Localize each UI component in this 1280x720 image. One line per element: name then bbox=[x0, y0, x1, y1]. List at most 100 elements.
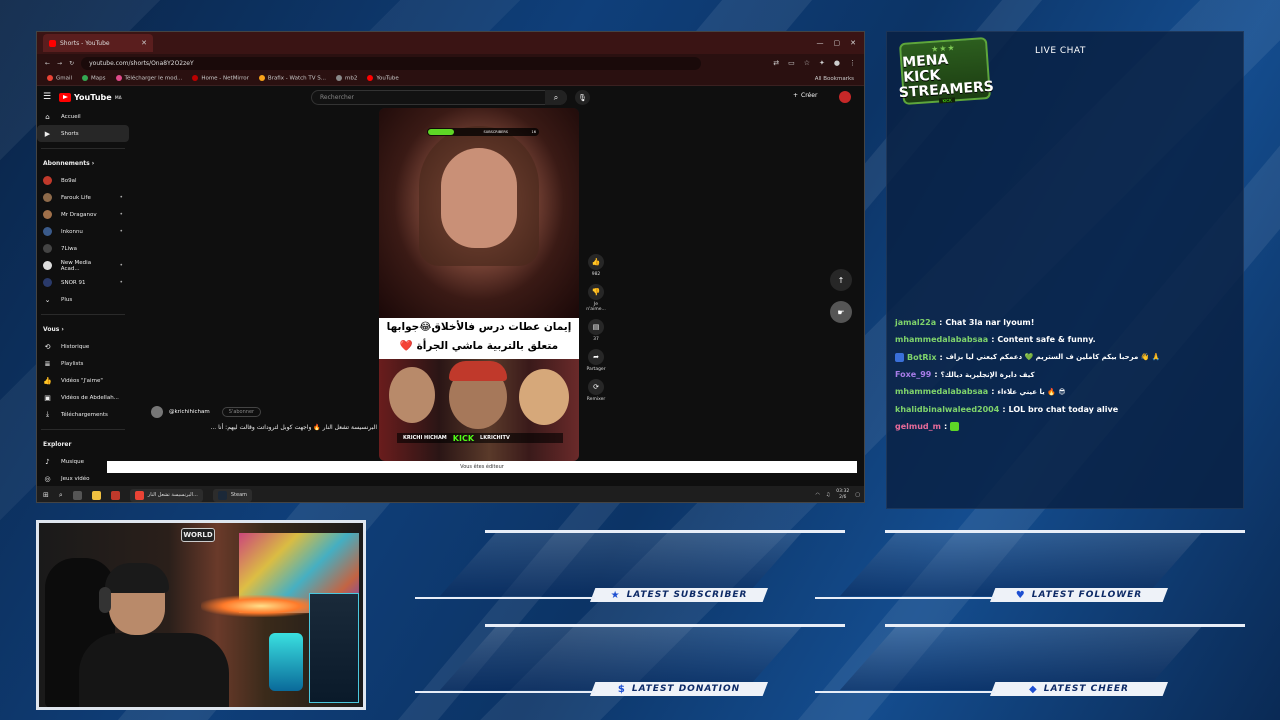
app-icon[interactable] bbox=[110, 490, 120, 500]
remix-label: Remixer bbox=[586, 397, 606, 402]
chat-title: LIVE CHAT bbox=[1035, 46, 1086, 56]
sidebar-item-your-videos[interactable]: ▣ Vidéos de Abdellah... bbox=[37, 389, 129, 406]
previous-short-button[interactable]: ↑ bbox=[830, 269, 852, 291]
youtube-logo-text: YouTube bbox=[74, 92, 112, 102]
close-icon[interactable]: ✕ bbox=[850, 39, 856, 47]
channel-handle[interactable]: @krichihicham bbox=[169, 409, 210, 415]
hamburger-menu-icon[interactable]: ☰ bbox=[43, 92, 59, 102]
sidebar-item-downloads[interactable]: ⤓ Téléchargements bbox=[37, 406, 129, 423]
search-button[interactable]: ⌕ bbox=[545, 90, 567, 105]
bookmark[interactable]: Télécharger le mod... bbox=[115, 75, 182, 82]
plus-icon: + bbox=[793, 92, 799, 99]
create-button[interactable]: + Créer bbox=[793, 92, 817, 99]
dislike-button[interactable]: 👎 bbox=[588, 284, 604, 300]
bookmark[interactable]: Maps bbox=[82, 75, 106, 82]
video-frame-top: SUBSCRIBERS 16 bbox=[379, 108, 579, 318]
sidebar-item-subscription[interactable]: Farouk Life • bbox=[37, 189, 129, 206]
bookmark[interactable]: YouTube bbox=[367, 75, 399, 82]
youtube-favicon-icon bbox=[49, 39, 56, 47]
start-icon[interactable]: ⊞ bbox=[43, 491, 49, 499]
like-button[interactable]: 👍 bbox=[588, 254, 604, 270]
bookmark[interactable]: mb2 bbox=[336, 75, 357, 82]
short-video-player[interactable]: SUBSCRIBERS 16 إيمان عطات درس فالأخلاق😂ج… bbox=[379, 108, 579, 461]
sidebar-item-liked[interactable]: 👍 Vidéos "J'aime" bbox=[37, 372, 129, 389]
bookmark[interactable]: Brafix - Watch TV S... bbox=[258, 75, 326, 82]
subscriptions-header[interactable]: Abonnements › bbox=[37, 155, 129, 172]
heart-icon: ♥ bbox=[1015, 589, 1026, 601]
streamer-body bbox=[79, 633, 229, 707]
next-short-button[interactable]: ☛ bbox=[830, 301, 852, 323]
channel-avatar[interactable] bbox=[151, 406, 163, 418]
volume-icon[interactable]: ♫ bbox=[826, 492, 830, 498]
cast-icon[interactable]: ▭ bbox=[788, 59, 795, 67]
sidebar-item-subscription[interactable]: New Media Acad... • bbox=[37, 257, 129, 274]
sidebar-item-home[interactable]: ⌂ Accueil bbox=[37, 108, 129, 125]
star-icon[interactable]: ☆ bbox=[804, 59, 810, 67]
sidebar-item-subscription[interactable]: Inkonnu • bbox=[37, 223, 129, 240]
taskbar-app-steam[interactable]: Steam bbox=[212, 488, 253, 502]
user-avatar[interactable] bbox=[839, 91, 851, 103]
chat-username[interactable]: khalidbinalwaleed2004 bbox=[895, 405, 999, 414]
banner-name: KRICHI HICHAM bbox=[403, 435, 447, 441]
new-content-dot: • bbox=[119, 211, 123, 218]
youtube-play-icon bbox=[59, 92, 71, 102]
extensions-icon[interactable]: ✦ bbox=[819, 59, 825, 67]
channel-avatar bbox=[43, 176, 52, 185]
sidebar-item-subscription[interactable]: SNOR 91 • bbox=[37, 274, 129, 291]
wifi-icon[interactable]: ◠ bbox=[815, 492, 819, 498]
chat-username[interactable]: mhammedalababsaa bbox=[895, 335, 988, 344]
search-input[interactable]: Rechercher bbox=[311, 90, 567, 105]
sidebar-item-subscription[interactable]: Mr Draganov • bbox=[37, 206, 129, 223]
comment-button[interactable]: ▤ bbox=[588, 319, 604, 335]
you-header[interactable]: Vous › bbox=[37, 321, 129, 338]
music-icon: ♪ bbox=[45, 457, 50, 466]
menu-icon[interactable]: ⋮ bbox=[849, 59, 856, 67]
minimize-icon[interactable]: — bbox=[817, 39, 824, 47]
clock[interactable]: 03:32 2/6 bbox=[836, 489, 849, 501]
chat-username[interactable]: jamal22a bbox=[895, 318, 936, 327]
search-icon[interactable]: ⌕ bbox=[59, 491, 63, 500]
history-icon: ⟲ bbox=[44, 342, 51, 351]
bookmark[interactable]: Gmail bbox=[47, 75, 72, 82]
browser-tab[interactable]: Shorts - YouTube ✕ bbox=[43, 34, 153, 52]
all-bookmarks[interactable]: All Bookmarks bbox=[815, 76, 854, 82]
tab-close-icon[interactable]: ✕ bbox=[141, 39, 147, 47]
remix-button[interactable]: ⟳ bbox=[588, 379, 604, 395]
youtube-logo[interactable]: YouTube MA bbox=[59, 92, 122, 102]
maximize-icon[interactable]: ▢ bbox=[834, 39, 841, 47]
sidebar-item-history[interactable]: ⟲ Historique bbox=[37, 338, 129, 355]
notification-icon[interactable]: ▢ bbox=[855, 492, 860, 498]
panel-border bbox=[485, 624, 845, 627]
channel-avatar bbox=[43, 227, 52, 236]
new-content-dot: • bbox=[119, 194, 123, 201]
chat-message: mhammedalababsaa: يا عيني علاءاء 🔥 😎 bbox=[895, 387, 1066, 397]
file-explorer-icon[interactable] bbox=[91, 490, 101, 500]
voice-search-button[interactable]: 🎙 bbox=[575, 90, 590, 105]
chat-username[interactable]: BotRix bbox=[907, 353, 936, 362]
remix-icon: ⟳ bbox=[593, 383, 599, 391]
reload-icon[interactable]: ↻ bbox=[69, 60, 74, 67]
sidebar-item-shorts[interactable]: ▶ Shorts bbox=[37, 125, 129, 142]
sidebar-item-subscription[interactable]: Bo9al bbox=[37, 172, 129, 189]
chat-username[interactable]: Foxe_99 bbox=[895, 370, 931, 379]
share-button[interactable]: ➦ bbox=[588, 349, 604, 365]
sidebar-item-more[interactable]: ⌄ Plus bbox=[37, 291, 129, 308]
subscribe-button[interactable]: S'abonner bbox=[221, 407, 262, 417]
task-view-icon[interactable] bbox=[72, 490, 82, 500]
translate-icon[interactable]: ⇄ bbox=[773, 59, 779, 67]
back-icon[interactable]: ← bbox=[45, 60, 50, 67]
taskbar-app-browser[interactable]: البرنسيسة تشعل النار... bbox=[129, 488, 203, 502]
kick-logo: KICK bbox=[452, 433, 475, 443]
chat-messages: jamal22a: Chat 3la nar lyoum! mhammedala… bbox=[895, 314, 1235, 435]
url-field[interactable]: youtube.com/shorts/Ona8Y2O2zeY bbox=[81, 56, 702, 70]
sidebar-item-subscription[interactable]: 7Liwa bbox=[37, 240, 129, 257]
profile-icon[interactable]: ● bbox=[834, 59, 840, 67]
forward-icon[interactable]: → bbox=[57, 60, 62, 67]
chat-username[interactable]: mhammedalababsaa bbox=[895, 387, 988, 396]
sidebar-item-playlists[interactable]: ≣ Playlists bbox=[37, 355, 129, 372]
subscriber-goal-bar: SUBSCRIBERS 16 bbox=[427, 128, 539, 136]
bookmark[interactable]: Home - NetMirror bbox=[192, 75, 249, 82]
video-face bbox=[519, 369, 569, 425]
alert-panel-subscriber bbox=[440, 530, 804, 596]
chat-username[interactable]: gelmud_m bbox=[895, 422, 941, 431]
